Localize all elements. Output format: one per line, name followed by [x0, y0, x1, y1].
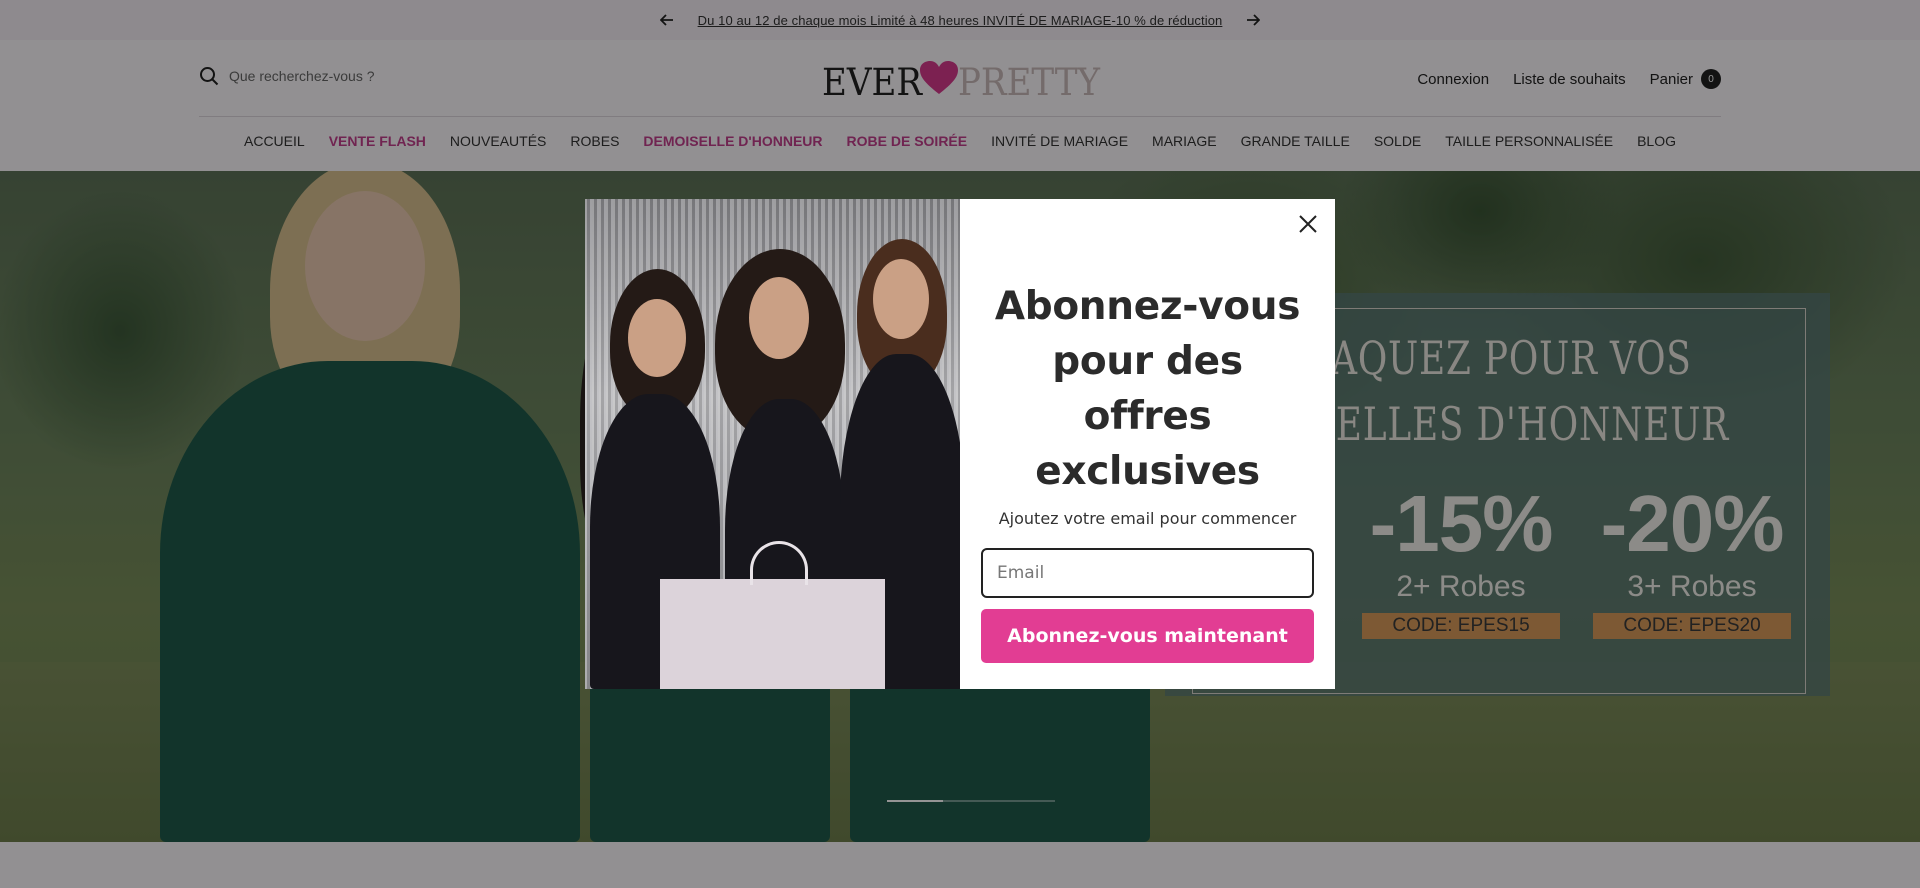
- email-field[interactable]: [981, 548, 1314, 598]
- newsletter-modal: Abonnez-vous pour des offres exclusives …: [585, 199, 1335, 689]
- shopping-bag: [660, 541, 885, 689]
- close-icon[interactable]: [1295, 211, 1321, 237]
- modal-form: Abonnez-vous pour des offres exclusives …: [960, 199, 1335, 689]
- modal-photo: [585, 199, 960, 689]
- subscribe-button[interactable]: Abonnez-vous maintenant: [981, 609, 1314, 663]
- modal-subtitle: Ajoutez votre email pour commencer: [998, 509, 1297, 528]
- modal-title: Abonnez-vous pour des offres exclusives: [994, 284, 1301, 494]
